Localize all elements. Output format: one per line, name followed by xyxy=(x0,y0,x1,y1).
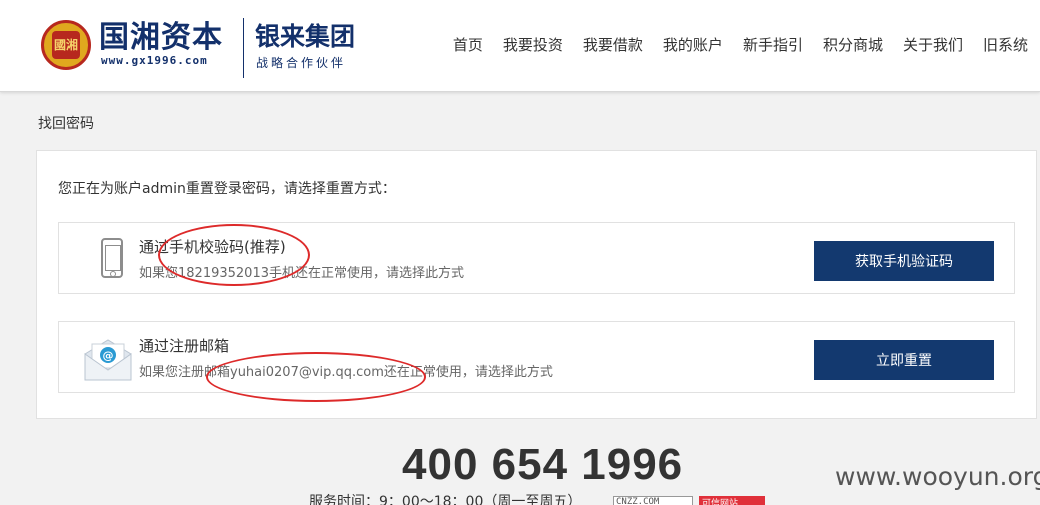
option-title: 通过注册邮箱 xyxy=(139,337,230,355)
reset-now-button[interactable]: 立即重置 xyxy=(814,340,994,380)
brand-name[interactable]: 国湘资本 xyxy=(99,20,223,56)
nav-invest[interactable]: 我要投资 xyxy=(503,33,563,57)
logo-seal-icon[interactable]: 國湘 xyxy=(41,20,91,70)
trusted-site-badge[interactable]: 可信网站 xyxy=(699,496,765,505)
partner-tagline: 战略合作伙伴 xyxy=(256,56,347,70)
breadcrumb: 找回密码 xyxy=(38,116,94,132)
partner-name: 银来集团 xyxy=(255,22,356,51)
nav-about-us[interactable]: 关于我们 xyxy=(903,33,963,57)
nav-points-mall[interactable]: 积分商城 xyxy=(823,33,883,57)
logo-seal-text: 國湘 xyxy=(52,31,80,59)
brand-url: www.gx1996.com xyxy=(101,54,208,67)
reset-password-panel: 您正在为账户admin重置登录密码，请选择重置方式： 通过手机校验码(推荐) 如… xyxy=(36,150,1037,419)
watermark: www.wooyun.org xyxy=(835,462,1040,491)
nav-home[interactable]: 首页 xyxy=(453,33,483,57)
annotation-circle-phone xyxy=(158,224,310,286)
nav-my-account[interactable]: 我的账户 xyxy=(663,33,723,57)
main-nav: 首页 我要投资 我要借款 我的账户 新手指引 积分商城 关于我们 旧系统 xyxy=(433,33,1028,57)
nav-beginner-guide[interactable]: 新手指引 xyxy=(743,33,803,57)
service-hours: 服务时间：9：00～18：00（周一至周五） xyxy=(309,494,582,505)
site-header: 國湘 国湘资本 www.gx1996.com 银来集团 战略合作伙伴 首页 我要… xyxy=(0,0,1040,92)
reset-option-email: @ 通过注册邮箱 如果您注册邮箱yuhai0207@vip.qq.com还在正常… xyxy=(58,321,1015,393)
reset-intro-text: 您正在为账户admin重置登录密码，请选择重置方式： xyxy=(58,181,396,197)
phone-icon xyxy=(101,238,123,278)
nav-old-system[interactable]: 旧系统 xyxy=(983,33,1028,57)
get-sms-code-button[interactable]: 获取手机验证码 xyxy=(814,241,994,281)
svg-text:@: @ xyxy=(103,349,114,362)
cnzz-badge[interactable]: CNZZ.COM xyxy=(613,496,693,505)
brand-divider xyxy=(243,18,244,78)
annotation-circle-email xyxy=(206,352,426,402)
nav-borrow[interactable]: 我要借款 xyxy=(583,33,643,57)
mail-icon: @ xyxy=(84,339,132,381)
hotline-number: 400 654 1996 xyxy=(402,440,684,489)
